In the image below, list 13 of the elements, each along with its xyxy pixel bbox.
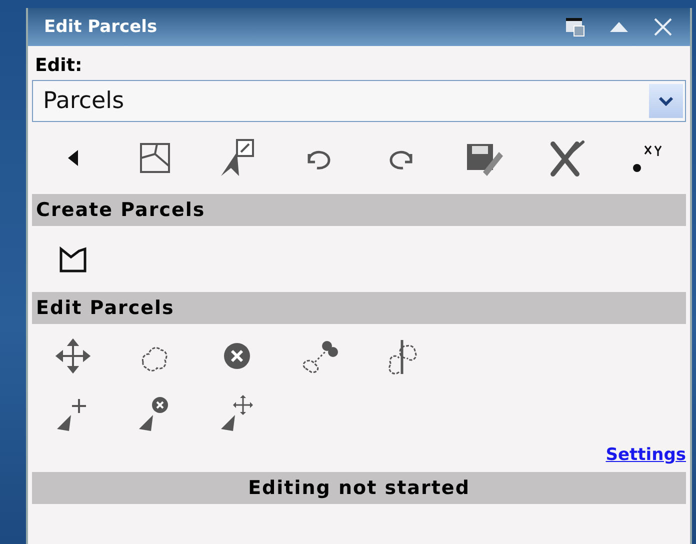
section-header: Edit Parcels <box>32 292 686 324</box>
settings-link[interactable]: Settings <box>606 445 686 465</box>
chevron-down-icon <box>658 96 674 106</box>
triangle-up-icon <box>610 22 628 32</box>
status-bar: Editing not started <box>32 472 686 504</box>
dock-icon <box>565 17 585 37</box>
close-icon <box>654 18 672 36</box>
pointer-icon <box>67 149 79 167</box>
layer-dropdown[interactable]: Parcels <box>32 80 686 122</box>
section-header: Create Parcels <box>32 194 686 226</box>
edit-label: Edit: <box>35 54 84 78</box>
window-title: Edit Parcels <box>44 17 158 37</box>
dropdown-caret[interactable] <box>649 84 683 118</box>
